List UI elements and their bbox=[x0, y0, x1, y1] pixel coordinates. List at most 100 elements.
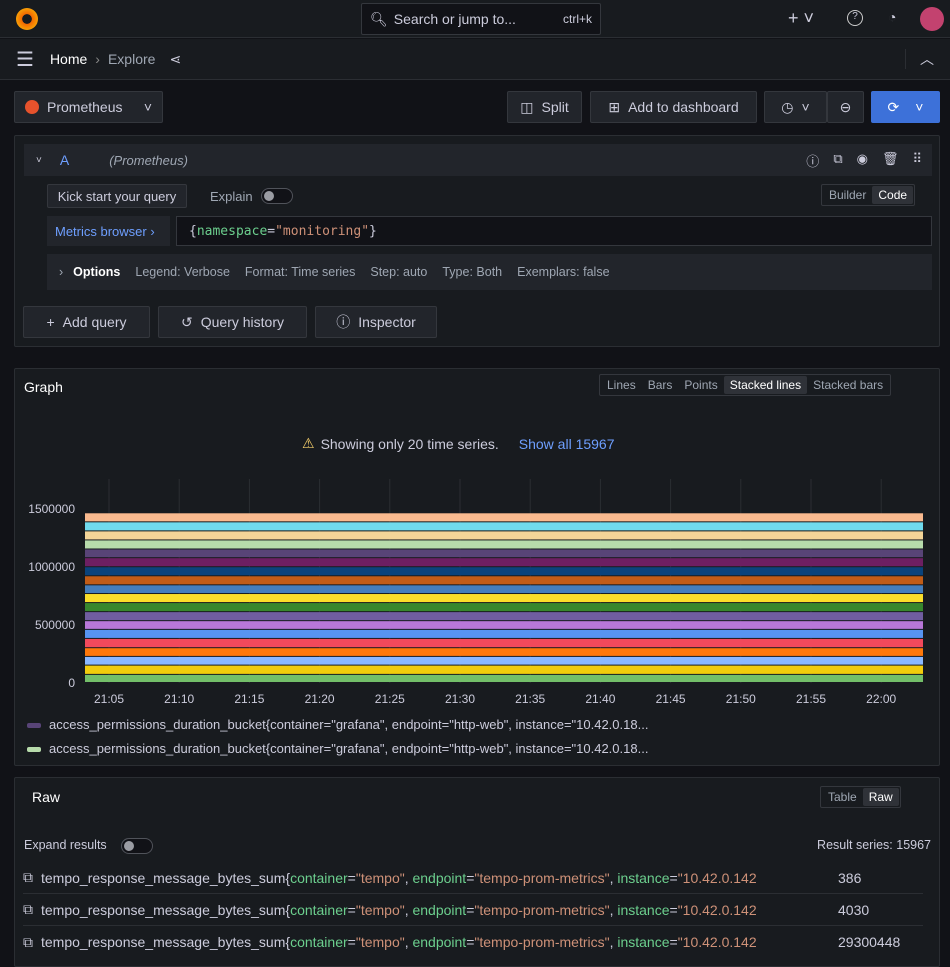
x-tick-label: 21:05 bbox=[94, 692, 124, 706]
table-tab[interactable]: Table bbox=[822, 788, 863, 806]
show-all-link[interactable]: Show all 15967 bbox=[519, 436, 615, 452]
y-tick-label: 0 bbox=[68, 676, 75, 690]
search-bar[interactable]: 🔍︎ Search or jump to... ctrl+k bbox=[361, 3, 601, 35]
series-band[interactable] bbox=[85, 522, 923, 531]
drag-handle-icon[interactable]: ⠿ bbox=[912, 151, 922, 170]
query-editor[interactable]: {namespace = "monitoring"} bbox=[176, 216, 932, 246]
add-to-dashboard-button[interactable]: ⊞ Add to dashboard bbox=[590, 91, 757, 123]
kick-start-button[interactable]: Kick start your query bbox=[47, 184, 187, 208]
breadcrumb-home[interactable]: Home bbox=[50, 51, 87, 67]
query-history-button[interactable]: ↺ Query history bbox=[158, 306, 307, 338]
help-icon[interactable]: ? bbox=[847, 10, 863, 26]
info-icon: ⓘ bbox=[336, 314, 351, 330]
breadcrumb-bar: ☰ Home › Explore ⋖ ︿ bbox=[0, 39, 950, 80]
mode-stacked-lines[interactable]: Stacked lines bbox=[723, 376, 808, 394]
metric-name: tempo_response_message_bytes_sum bbox=[41, 869, 286, 886]
avatar[interactable] bbox=[920, 7, 944, 31]
result-series-count: Result series: 15967 bbox=[817, 838, 931, 852]
copy-icon[interactable]: ⧉ bbox=[23, 934, 33, 951]
explain-toggle[interactable] bbox=[261, 188, 293, 205]
query-ref[interactable]: A bbox=[60, 152, 69, 168]
series-band[interactable] bbox=[85, 621, 923, 629]
result-value: 29300448 bbox=[838, 934, 901, 950]
top-bar: 🔍︎ Search or jump to... ctrl+k + ˅ ? ◔ bbox=[0, 0, 950, 38]
series-band[interactable] bbox=[85, 638, 923, 648]
series-band[interactable] bbox=[85, 567, 923, 576]
series-band[interactable] bbox=[85, 629, 923, 638]
series-band[interactable] bbox=[85, 665, 923, 674]
chevron-down-icon: ˅ bbox=[801, 99, 810, 115]
plus-icon[interactable]: + ˅ bbox=[788, 8, 814, 29]
builder-tab[interactable]: Builder bbox=[823, 186, 872, 204]
run-query-button[interactable]: ⟳ ˅ bbox=[871, 91, 940, 123]
expr-brace: { bbox=[189, 223, 197, 239]
legend-label: access_permissions_duration_bucket{conta… bbox=[49, 741, 649, 756]
expand-results-label: Expand results bbox=[24, 838, 107, 852]
menu-icon[interactable]: ☰ bbox=[16, 47, 34, 72]
datasource-picker[interactable]: Prometheus ˅ bbox=[14, 91, 163, 123]
series-band[interactable] bbox=[85, 576, 923, 585]
split-button[interactable]: ◫ Split bbox=[507, 91, 582, 123]
series-band[interactable] bbox=[85, 612, 923, 621]
eye-icon[interactable]: ◉ bbox=[857, 151, 868, 170]
metrics-browser-button[interactable]: Metrics browser › bbox=[47, 216, 170, 246]
duplicate-icon[interactable]: ⧉ bbox=[833, 151, 842, 170]
result-row: ⧉ tempo_response_message_bytes_sum{contai… bbox=[23, 862, 923, 894]
editor-mode-switch: Builder Code bbox=[821, 184, 916, 206]
help-icon[interactable]: ⓘ bbox=[806, 151, 819, 170]
legend-item[interactable]: access_permissions_duration_bucket{conta… bbox=[27, 713, 648, 737]
mode-bars[interactable]: Bars bbox=[642, 376, 679, 394]
collapse-icon[interactable]: ︿ bbox=[905, 49, 934, 69]
stacked-chart[interactable]: 21:05 21:10 21:15 21:20 21:25 21:30 21:35 21:40… bbox=[15, 479, 940, 709]
x-tick-label: 21:20 bbox=[305, 692, 335, 706]
mode-lines[interactable]: Lines bbox=[601, 376, 642, 394]
history-icon: ↺ bbox=[181, 313, 193, 330]
option-legend: Legend: Verbose bbox=[135, 265, 230, 279]
time-picker-button[interactable]: ◷ ˅ bbox=[764, 91, 827, 123]
query-history-label: Query history bbox=[200, 314, 284, 330]
raw-tab[interactable]: Raw bbox=[862, 788, 899, 806]
label-key: container bbox=[290, 934, 348, 950]
y-tick-label: 1500000 bbox=[28, 502, 75, 516]
series-band[interactable] bbox=[85, 531, 923, 540]
series-band[interactable] bbox=[85, 540, 923, 549]
code-tab[interactable]: Code bbox=[872, 186, 914, 204]
label-key: endpoint bbox=[412, 901, 467, 918]
add-query-button[interactable]: + Add query bbox=[23, 306, 150, 338]
query-options[interactable]: › Options Legend: Verbose Format: Time s… bbox=[47, 254, 932, 290]
dashboard-icon: ⊞ bbox=[608, 98, 621, 115]
series-band[interactable] bbox=[85, 648, 923, 656]
copy-icon[interactable]: ⧉ bbox=[23, 869, 33, 886]
label-value: "tempo" bbox=[355, 901, 405, 918]
copy-icon[interactable]: ⧉ bbox=[23, 901, 33, 918]
zoom-out-icon: ⊖ bbox=[839, 98, 852, 115]
x-tick-label: 21:35 bbox=[515, 692, 545, 706]
mode-stacked-bars[interactable]: Stacked bars bbox=[807, 376, 889, 394]
inspector-button[interactable]: ⓘ Inspector bbox=[315, 306, 437, 338]
legend-item[interactable]: access_permissions_duration_bucket{conta… bbox=[27, 737, 648, 761]
label-key: instance bbox=[617, 901, 670, 918]
label-value: "tempo" bbox=[355, 869, 405, 886]
share-icon[interactable]: ⋖ bbox=[169, 51, 181, 68]
option-step: Step: auto bbox=[370, 265, 428, 279]
series-band[interactable] bbox=[85, 656, 923, 665]
label-key: endpoint bbox=[412, 869, 467, 886]
add-query-label: Add query bbox=[62, 314, 127, 330]
legend-color bbox=[27, 723, 41, 729]
expand-results-toggle[interactable] bbox=[121, 838, 153, 855]
series-band[interactable] bbox=[85, 585, 923, 594]
series-band[interactable] bbox=[85, 674, 923, 682]
series-band[interactable] bbox=[85, 513, 923, 522]
trash-icon[interactable]: 🗑︎ bbox=[882, 151, 899, 170]
grafana-logo-icon[interactable] bbox=[16, 8, 38, 30]
label-key: container bbox=[290, 869, 348, 886]
expr-brace: } bbox=[369, 223, 377, 239]
series-band[interactable] bbox=[85, 594, 923, 603]
mode-points[interactable]: Points bbox=[678, 376, 723, 394]
series-band[interactable] bbox=[85, 603, 923, 612]
news-icon[interactable]: ◔ bbox=[888, 9, 896, 25]
series-band[interactable] bbox=[85, 549, 923, 558]
series-band[interactable] bbox=[85, 558, 923, 567]
zoom-out-button[interactable]: ⊖ bbox=[827, 91, 864, 123]
collapse-query-icon[interactable]: ˅ bbox=[36, 155, 42, 166]
